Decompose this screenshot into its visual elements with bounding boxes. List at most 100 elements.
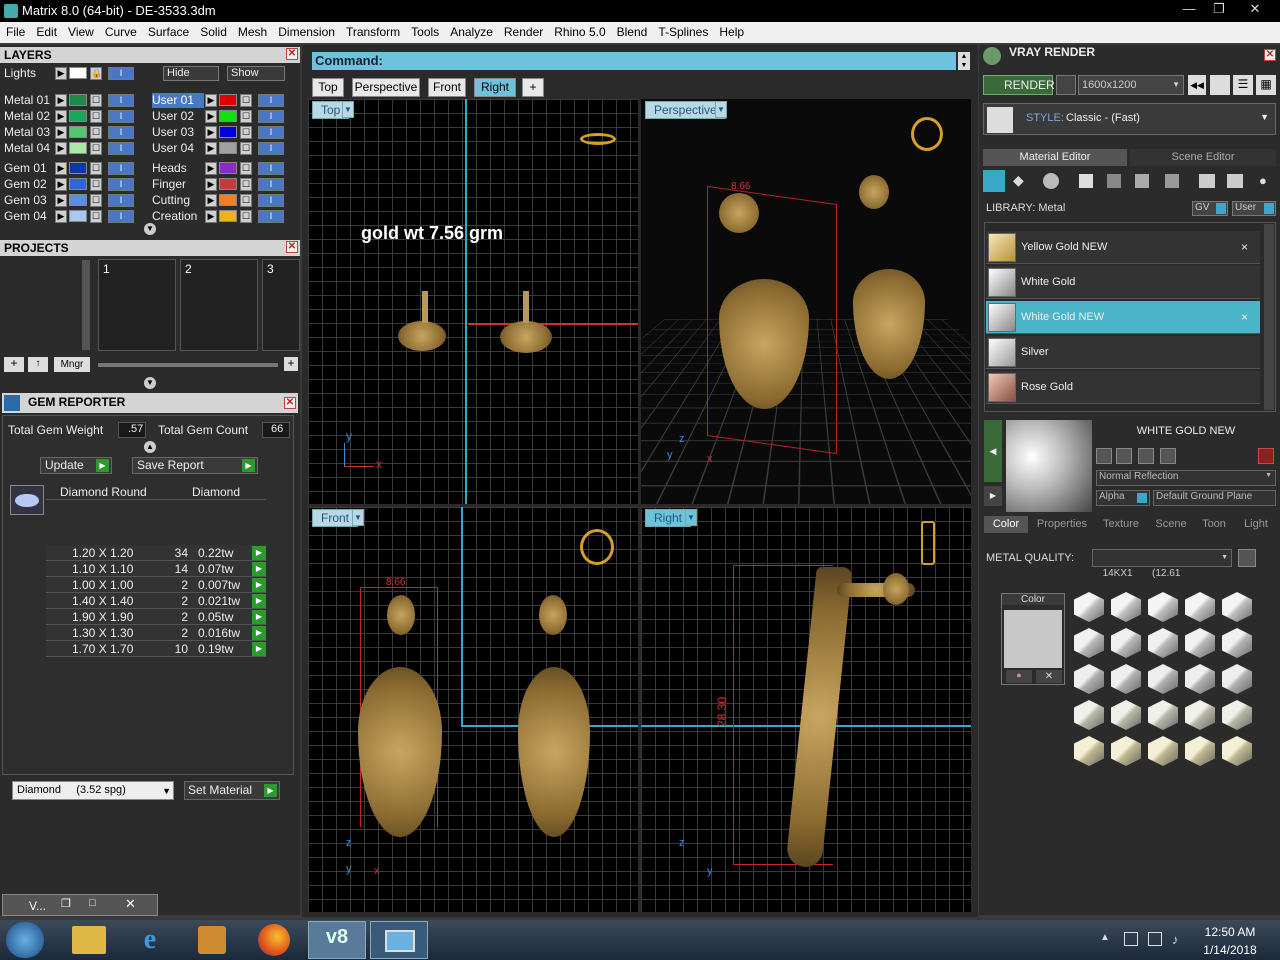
layer-row[interactable]: Metal 02 ▶ ☐ I bbox=[0, 109, 150, 124]
metal-drop-icon[interactable] bbox=[983, 170, 1005, 192]
menu-mesh[interactable]: Mesh bbox=[232, 22, 272, 39]
save-material-icon[interactable] bbox=[1096, 448, 1112, 464]
layer-row[interactable]: Metal 03 ▶ ☐ I bbox=[0, 125, 150, 140]
gem-reporter-collapse-icon[interactable]: ▲ bbox=[144, 441, 156, 453]
command-scroll[interactable]: ▲ ▼ bbox=[958, 52, 970, 70]
layer-color-swatch[interactable] bbox=[219, 210, 237, 222]
vray-close-button[interactable]: ✕ bbox=[1264, 49, 1276, 61]
minimize-button[interactable]: — bbox=[1174, 0, 1204, 18]
layer-visibility-toggle[interactable]: I bbox=[258, 194, 284, 207]
menu-surface[interactable]: Surface bbox=[142, 22, 194, 39]
close-icon[interactable]: ✕ bbox=[125, 896, 136, 912]
layer-arrow-button[interactable]: ▶ bbox=[205, 94, 217, 107]
layer-arrow-button[interactable]: ▶ bbox=[55, 94, 67, 107]
metal-quality-select[interactable]: 14KX1 (12.61 ▼ bbox=[1092, 549, 1232, 579]
lock-icon[interactable]: ☐ bbox=[240, 194, 252, 207]
project-slot-1[interactable]: 1 bbox=[98, 259, 176, 351]
lights-toggle[interactable]: I bbox=[108, 67, 134, 80]
layer-color-swatch[interactable] bbox=[69, 194, 87, 206]
alpha-toggle[interactable]: Alpha bbox=[1096, 490, 1150, 506]
lock-icon[interactable]: ☐ bbox=[90, 162, 102, 175]
gem-row-arrow-icon[interactable]: ▶ bbox=[252, 626, 266, 640]
tab-scene-editor[interactable]: Scene Editor bbox=[1130, 149, 1276, 166]
material-list-item[interactable]: Rose Gold bbox=[986, 371, 1260, 404]
layer-visibility-toggle[interactable]: I bbox=[108, 178, 134, 191]
metal-quality-settings-icon[interactable] bbox=[1238, 549, 1256, 567]
projects-scrollbar[interactable] bbox=[82, 260, 90, 350]
menu-curve[interactable]: Curve bbox=[99, 22, 142, 39]
file-explorer-icon[interactable] bbox=[72, 926, 106, 954]
tab-texture[interactable]: Texture bbox=[1096, 516, 1146, 533]
layer-visibility-toggle[interactable]: I bbox=[108, 110, 134, 123]
import-icon[interactable] bbox=[1199, 174, 1215, 188]
layer-color-swatch[interactable] bbox=[69, 142, 87, 154]
layer-color-swatch[interactable] bbox=[69, 110, 87, 122]
lock-icon[interactable]: ☐ bbox=[240, 94, 252, 107]
maximize-button[interactable]: ❐ bbox=[1204, 0, 1234, 18]
hide-button[interactable]: Hide bbox=[163, 66, 219, 81]
layer-visibility-toggle[interactable]: I bbox=[258, 126, 284, 139]
layer-row[interactable]: Creation ▶ ☐ I bbox=[150, 209, 300, 224]
layer-arrow-button[interactable]: ▶ bbox=[205, 178, 217, 191]
lock-icon[interactable]: ☐ bbox=[90, 126, 102, 139]
command-bar[interactable]: Command: bbox=[312, 52, 956, 70]
media-player-icon[interactable] bbox=[198, 926, 226, 954]
layers-close-button[interactable]: ✕ bbox=[286, 48, 298, 60]
layer-color-swatch[interactable] bbox=[219, 126, 237, 138]
export-icon[interactable] bbox=[1227, 174, 1243, 188]
layer-visibility-toggle[interactable]: I bbox=[258, 94, 284, 107]
layer-visibility-toggle[interactable]: I bbox=[108, 210, 134, 223]
render-button[interactable]: RENDER bbox=[983, 75, 1055, 95]
internet-explorer-icon[interactable]: e bbox=[134, 924, 166, 956]
layer-color-swatch[interactable] bbox=[69, 126, 87, 138]
preview-side-tab[interactable]: ◀ bbox=[984, 420, 1002, 482]
photo-viewer-taskbar-button[interactable] bbox=[370, 921, 428, 959]
tab-light[interactable]: Light bbox=[1236, 516, 1276, 533]
menu-blend[interactable]: Blend bbox=[611, 22, 653, 39]
lock-icon[interactable]: ☐ bbox=[240, 162, 252, 175]
layer-arrow-button[interactable]: ▶ bbox=[55, 142, 67, 155]
color-swatch[interactable] bbox=[1004, 610, 1062, 668]
project-slider-plus[interactable]: + bbox=[284, 357, 298, 371]
layer-arrow-button[interactable]: ▶ bbox=[55, 126, 67, 139]
tab-scene[interactable]: Scene bbox=[1150, 516, 1192, 533]
grid-icon[interactable]: ▦ bbox=[1256, 75, 1276, 95]
update-button[interactable]: Update ▶ bbox=[40, 457, 112, 474]
gem-row-arrow-icon[interactable]: ▶ bbox=[252, 594, 266, 608]
material-list-item[interactable]: White Gold NEW × bbox=[986, 301, 1260, 334]
lock-icon[interactable]: ☐ bbox=[240, 178, 252, 191]
lock-icon[interactable]: ☐ bbox=[90, 142, 102, 155]
gem-row-arrow-icon[interactable]: ▶ bbox=[252, 610, 266, 624]
menu-transform[interactable]: Transform bbox=[340, 22, 405, 39]
checker-icon[interactable] bbox=[1165, 174, 1179, 188]
manager-button[interactable]: Mngr bbox=[54, 357, 90, 372]
layer-arrow-button[interactable]: ▶ bbox=[55, 194, 67, 207]
gem-row-arrow-icon[interactable]: ▶ bbox=[252, 562, 266, 576]
list-icon[interactable]: ☰ bbox=[1233, 75, 1253, 95]
layer-visibility-toggle[interactable]: I bbox=[258, 162, 284, 175]
volume-icon[interactable]: ♪ bbox=[1172, 932, 1179, 947]
minimized-window[interactable]: V... ❐ □ ✕ bbox=[2, 894, 158, 916]
color-picker-icon[interactable]: ● bbox=[1006, 670, 1032, 683]
layer-arrow-button[interactable]: ▶ bbox=[205, 194, 217, 207]
lock-icon[interactable]: ☐ bbox=[90, 210, 102, 223]
viewport-front-menu-icon[interactable]: ▼ bbox=[352, 509, 364, 526]
layer-color-swatch[interactable] bbox=[69, 94, 87, 106]
layer-row[interactable]: User 02 ▶ ☐ I bbox=[150, 109, 300, 124]
gem-row-arrow-icon[interactable]: ▶ bbox=[252, 546, 266, 560]
firefox-icon[interactable] bbox=[258, 924, 290, 956]
layer-visibility-toggle[interactable]: I bbox=[258, 142, 284, 155]
lock-icon[interactable]: ☐ bbox=[90, 194, 102, 207]
layer-color-swatch[interactable] bbox=[69, 178, 87, 190]
flag-icon[interactable] bbox=[1124, 932, 1138, 946]
lock-icon[interactable]: ☐ bbox=[240, 126, 252, 139]
viewport-perspective-menu-icon[interactable]: ▼ bbox=[715, 101, 727, 118]
layer-row[interactable]: User 03 ▶ ☐ I bbox=[150, 125, 300, 140]
refresh-icon[interactable] bbox=[1258, 448, 1274, 464]
viewport-top[interactable]: Top ▼ gold wt 7.56 grm y x bbox=[308, 99, 638, 504]
remove-material-icon[interactable]: × bbox=[1241, 310, 1248, 324]
layer-arrow-button[interactable]: ▶ bbox=[205, 210, 217, 223]
layer-visibility-toggle[interactable]: I bbox=[108, 126, 134, 139]
user-toggle[interactable]: User bbox=[1232, 201, 1276, 216]
layer-row[interactable]: User 04 ▶ ☐ I bbox=[150, 141, 300, 156]
